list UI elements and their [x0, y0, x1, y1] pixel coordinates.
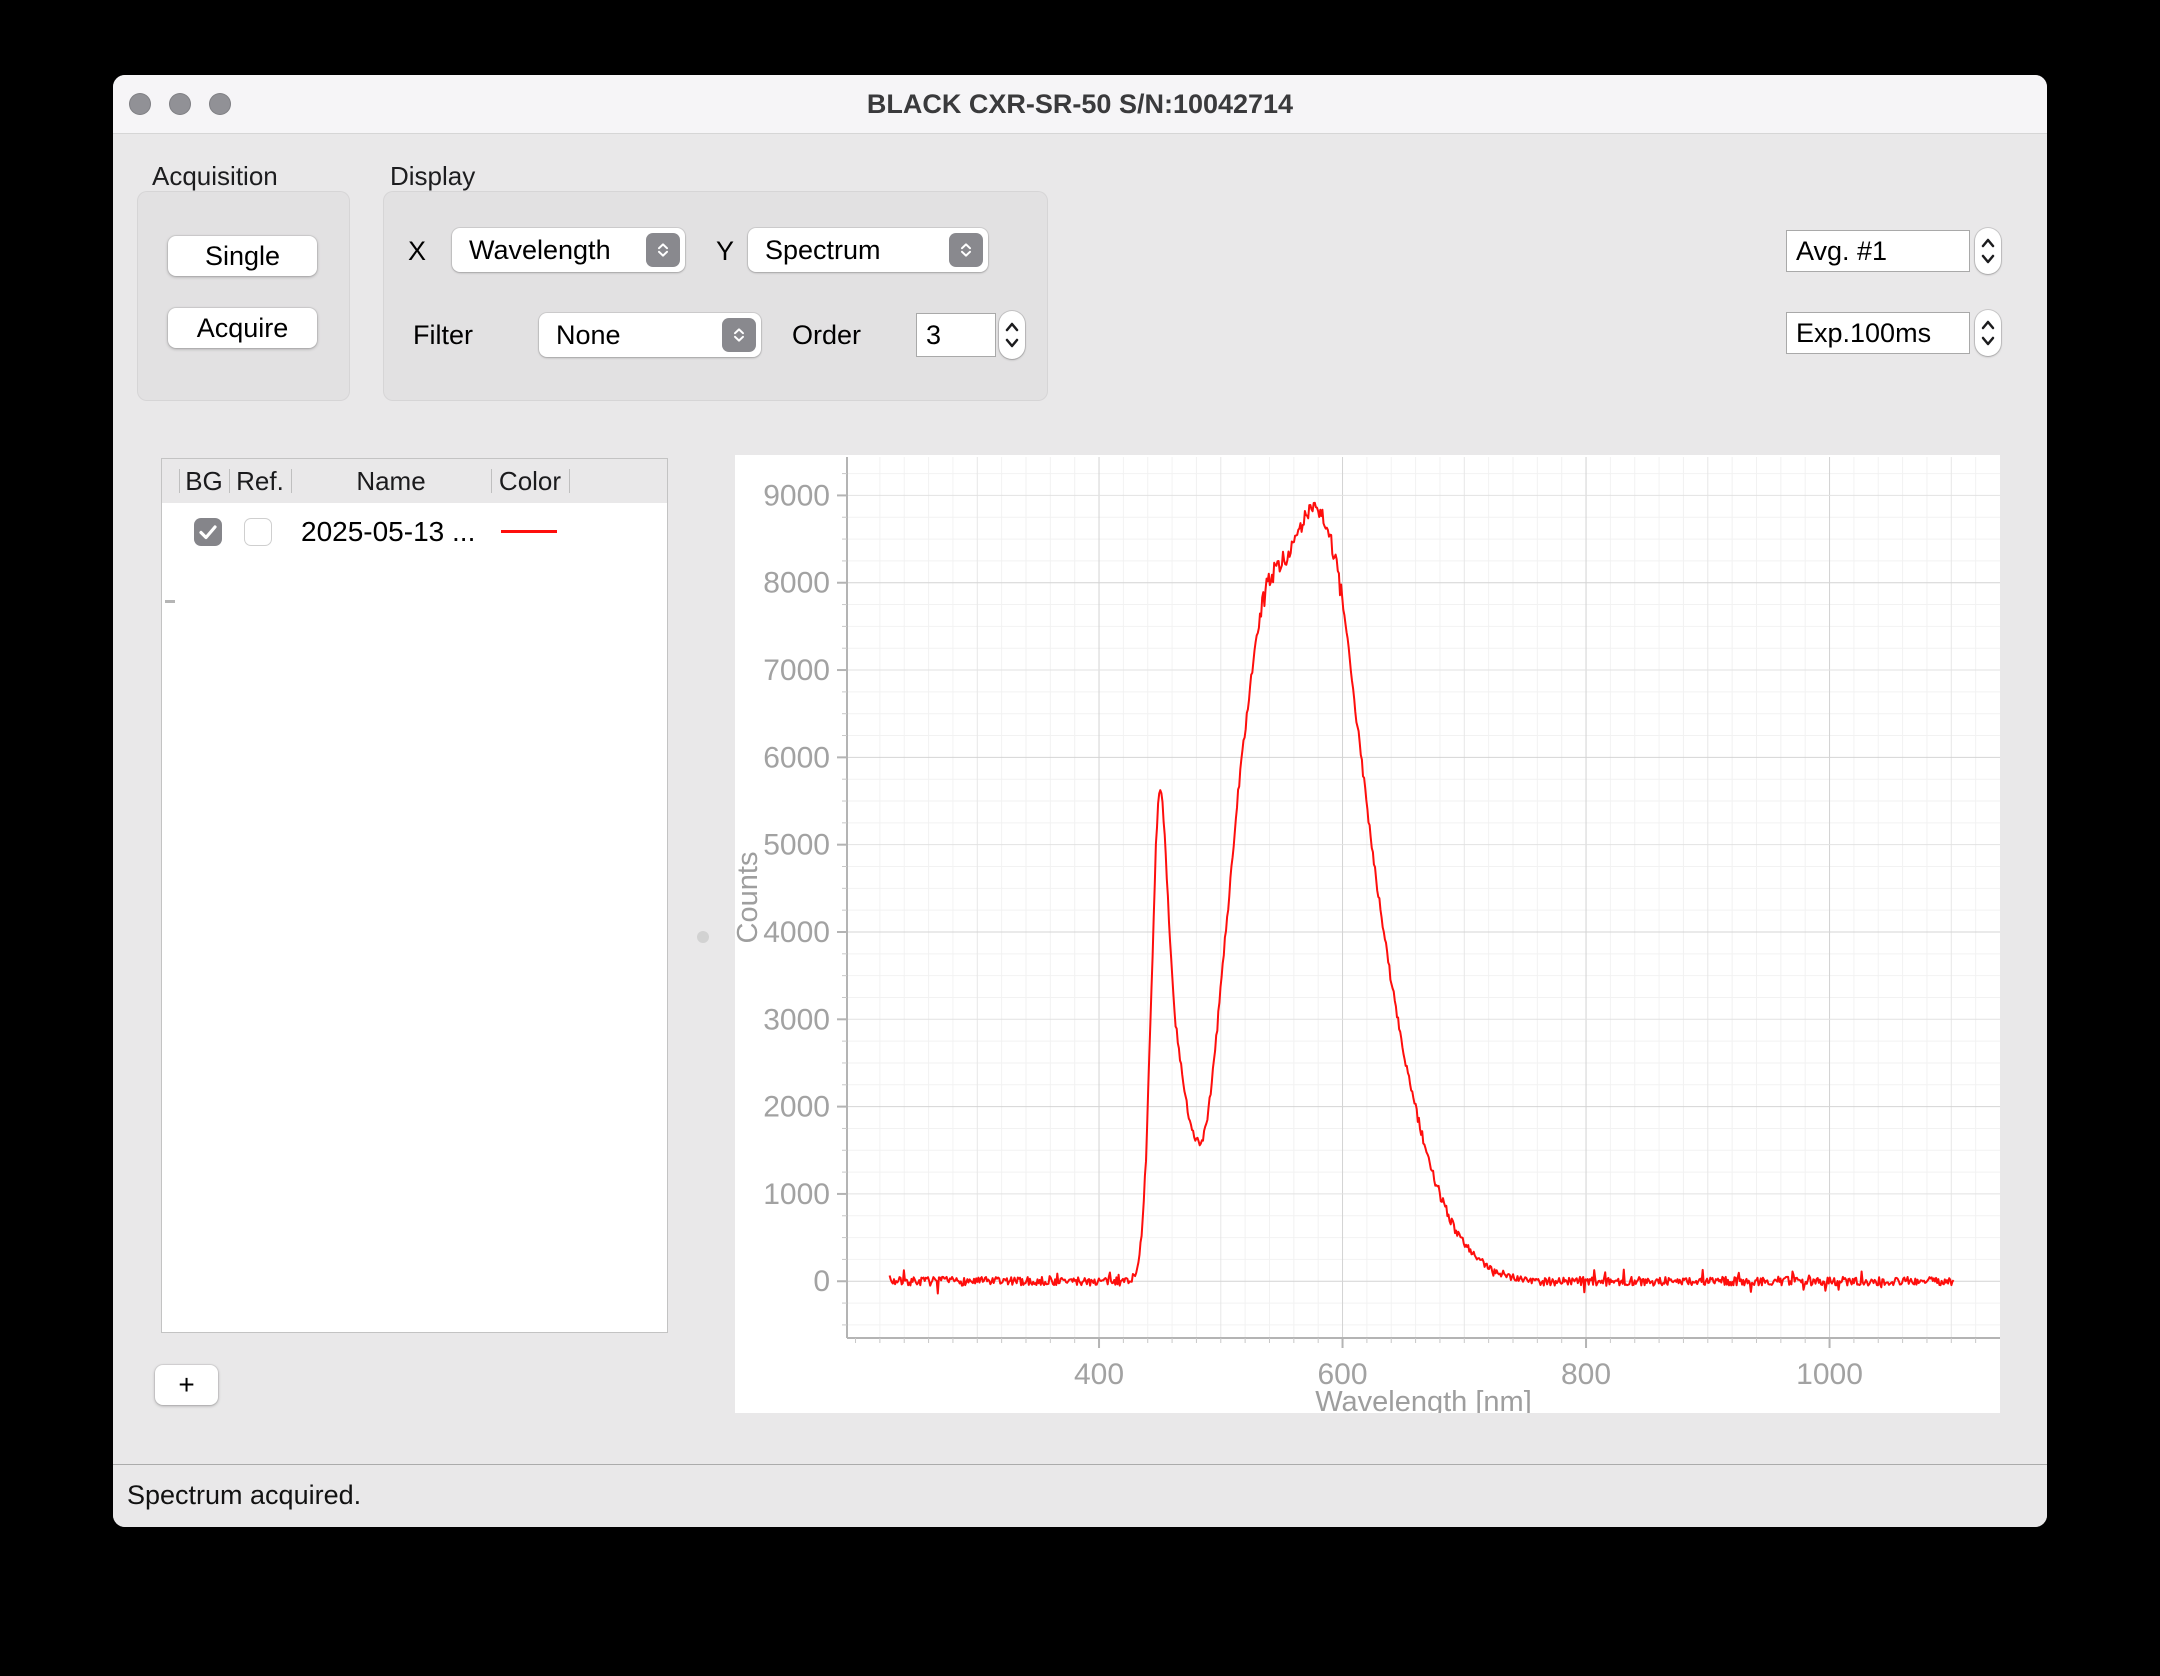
window-title: BLACK CXR-SR-50 S/N:10042714 [866, 89, 1294, 119]
y-tick-label: 2000 [763, 1091, 830, 1124]
app-window: BLACK CXR-SR-50 S/N:10042714 Acquisition… [113, 75, 2047, 1527]
y-axis-title: Counts [735, 852, 764, 944]
order-input[interactable]: 3 [916, 313, 996, 357]
y-tick-label: 7000 [763, 654, 830, 687]
acquisition-group-box [137, 191, 350, 401]
column-header-bg[interactable]: BG [179, 459, 229, 503]
column-header-color[interactable]: Color [491, 459, 569, 503]
spectra-table-body: 2025-05-13 ... [162, 503, 667, 1332]
popup-chevrons-icon [949, 233, 983, 267]
y-tick-label: 0 [813, 1265, 830, 1298]
y-axis-dropdown-value: Spectrum [765, 235, 881, 265]
ref-checkbox[interactable] [244, 518, 272, 546]
grid-minor [847, 457, 2000, 1338]
status-bar: Spectrum acquired. [113, 1464, 2047, 1527]
x-axis-dropdown-value: Wavelength [469, 235, 611, 265]
filter-label: Filter [413, 320, 473, 350]
order-stepper[interactable] [999, 311, 1025, 359]
averages-stepper[interactable] [1975, 228, 2001, 274]
title-bar: BLACK CXR-SR-50 S/N:10042714 [113, 75, 2047, 134]
exposure-input[interactable]: Exp.100ms [1786, 312, 1970, 354]
y-tick-label: 8000 [763, 567, 830, 600]
y-tick-label: 6000 [763, 741, 830, 774]
x-tick-label: 1000 [1796, 1358, 1863, 1391]
spectrum-name: 2025-05-13 ... [301, 516, 476, 547]
y-axis-select-label: Y [716, 236, 735, 266]
column-header-ref[interactable]: Ref. [229, 459, 291, 503]
x-axis-dropdown[interactable]: Wavelength [452, 228, 685, 272]
order-label: Order [792, 320, 862, 350]
acquire-button[interactable]: Acquire [168, 308, 317, 348]
spectrum-trace [888, 501, 1955, 1295]
display-group-box [383, 191, 1048, 401]
spectrum-chart[interactable]: 0 1000 2000 3000 4000 5000 6000 7000 8000 9000 400… [732, 455, 2000, 1418]
spectrum-color-swatch[interactable] [501, 530, 557, 533]
exposure-stepper[interactable] [1975, 310, 2001, 356]
filter-dropdown-value: None [556, 320, 621, 350]
popup-chevrons-icon [646, 233, 680, 267]
spectra-table: BG Ref. Name Color 2025-05-13 ... [161, 458, 668, 1333]
axes [846, 457, 2000, 1339]
pane-splitter-handle[interactable] [697, 931, 709, 943]
single-button[interactable]: Single [168, 236, 317, 276]
acquisition-group-label: Acquisition [152, 161, 278, 191]
filter-dropdown[interactable]: None [539, 313, 761, 357]
column-header-name[interactable]: Name [291, 459, 491, 503]
averages-input[interactable]: Avg. #1 [1786, 230, 1970, 272]
x-tick-label: 400 [1074, 1358, 1124, 1391]
x-axis-select-label: X [408, 236, 427, 266]
y-tick-label: 9000 [763, 479, 830, 512]
status-message: Spectrum acquired. [127, 1480, 362, 1510]
popup-chevrons-icon [722, 318, 756, 352]
y-tick-label: 5000 [763, 829, 830, 862]
x-tick-label: 800 [1561, 1358, 1611, 1391]
table-row[interactable]: 2025-05-13 ... [162, 503, 667, 561]
y-tick-label: 1000 [763, 1178, 830, 1211]
spectra-table-header: BG Ref. Name Color [162, 459, 667, 503]
checkmark-icon [199, 525, 217, 540]
grid-major [847, 457, 2000, 1338]
add-spectrum-button[interactable]: + [155, 1365, 218, 1405]
y-tick-label: 4000 [763, 916, 830, 949]
y-tick-label: 3000 [763, 1003, 830, 1036]
display-group-label: Display [390, 161, 476, 191]
bg-checkbox[interactable] [194, 518, 222, 546]
spectrum-plot: 0 1000 2000 3000 4000 5000 6000 7000 8000 9000 400… [732, 457, 2000, 1418]
y-axis-dropdown[interactable]: Spectrum [748, 228, 988, 272]
x-axis-title: Wavelength [nm] [1315, 1386, 1532, 1413]
row-drag-handle [165, 600, 175, 603]
